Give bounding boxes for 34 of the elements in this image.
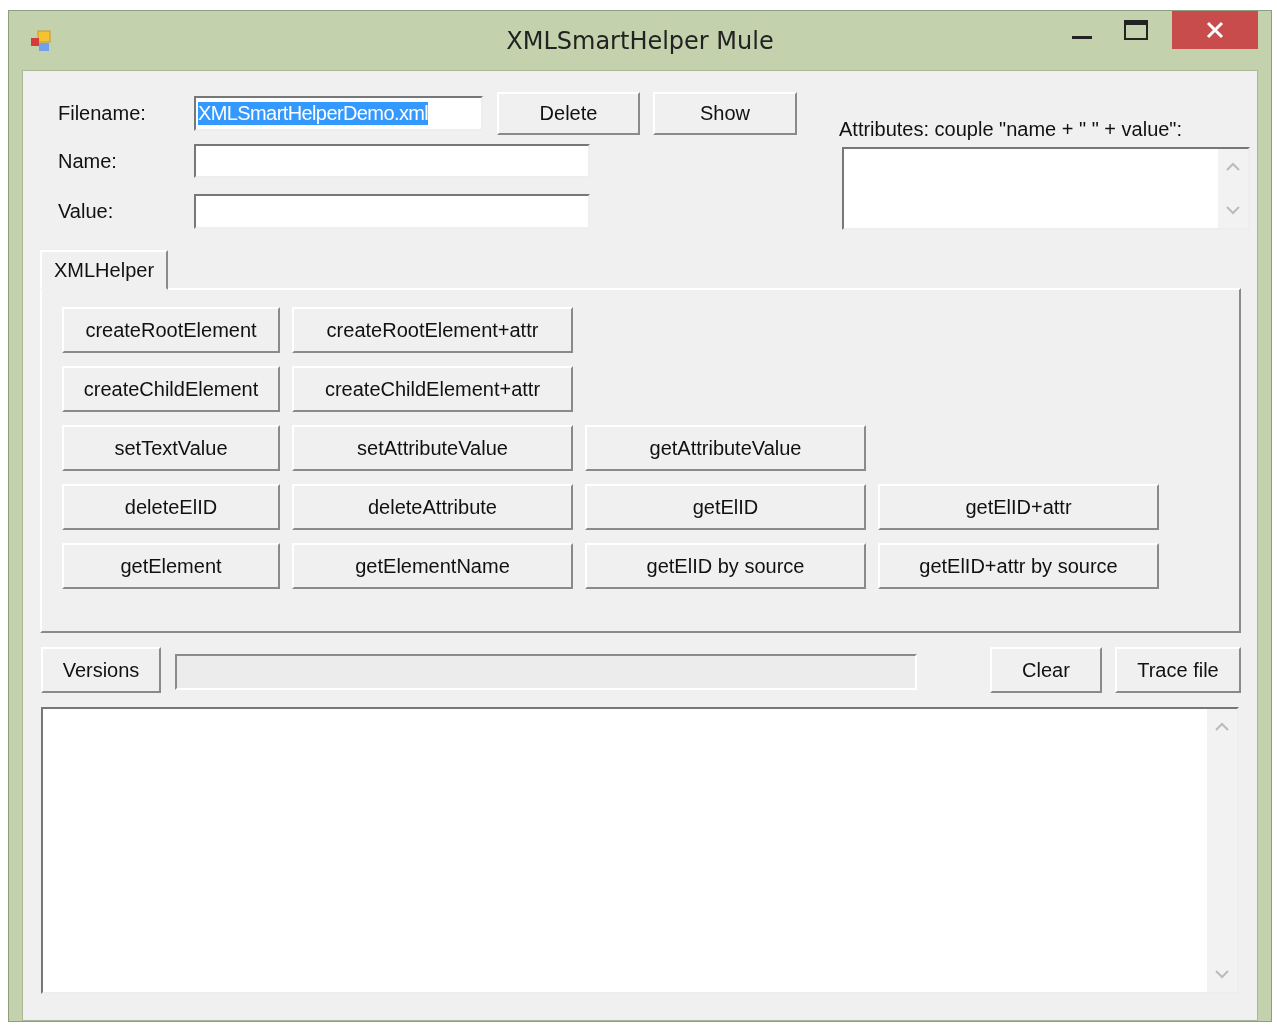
action-button[interactable]: createChildElement+attr: [292, 366, 573, 412]
action-button[interactable]: createRootElement: [62, 307, 280, 353]
action-button[interactable]: getElID+attr by source: [878, 543, 1159, 589]
action-button[interactable]: getElement: [62, 543, 280, 589]
action-button[interactable]: setTextValue: [62, 425, 280, 471]
maximize-icon: [1123, 19, 1149, 41]
action-button[interactable]: getElID+attr: [878, 484, 1159, 530]
bottom-button[interactable]: Trace file: [1115, 647, 1241, 693]
action-button[interactable]: setAttributeValue: [292, 425, 573, 471]
bottom-button[interactable]: Clear: [990, 647, 1102, 693]
filename-value: XMLSmartHelperDemo.xml: [198, 102, 429, 125]
minimize-icon: [1072, 35, 1092, 39]
file-button[interactable]: Show: [653, 92, 797, 135]
action-button[interactable]: getElID: [585, 484, 866, 530]
file-button[interactable]: Delete: [497, 92, 640, 135]
versions-button[interactable]: Versions: [41, 647, 161, 693]
action-button[interactable]: getAttributeValue: [585, 425, 866, 471]
field-label: Name:: [58, 149, 118, 173]
close-icon: [1205, 20, 1225, 40]
action-button[interactable]: createRootElement+attr: [292, 307, 573, 353]
action-button[interactable]: createChildElement: [62, 366, 280, 412]
app-icon: [29, 28, 53, 53]
text-field[interactable]: [194, 144, 590, 178]
action-button[interactable]: deleteElID: [62, 484, 280, 530]
tab[interactable]: XMLHelper: [40, 250, 169, 290]
window-title: XMLSmartHelper Mule: [506, 26, 774, 55]
attributes-label: Attributes: couple "name + " " + value":: [839, 118, 1184, 141]
action-button[interactable]: deleteAttribute: [292, 484, 573, 530]
text-field[interactable]: [194, 194, 590, 229]
field-label: Filename:: [58, 102, 147, 125]
action-button[interactable]: getElID by source: [585, 543, 866, 589]
action-button[interactable]: getElementName: [292, 543, 573, 589]
close-button[interactable]: [1172, 11, 1258, 49]
field-label: Value:: [58, 200, 115, 223]
